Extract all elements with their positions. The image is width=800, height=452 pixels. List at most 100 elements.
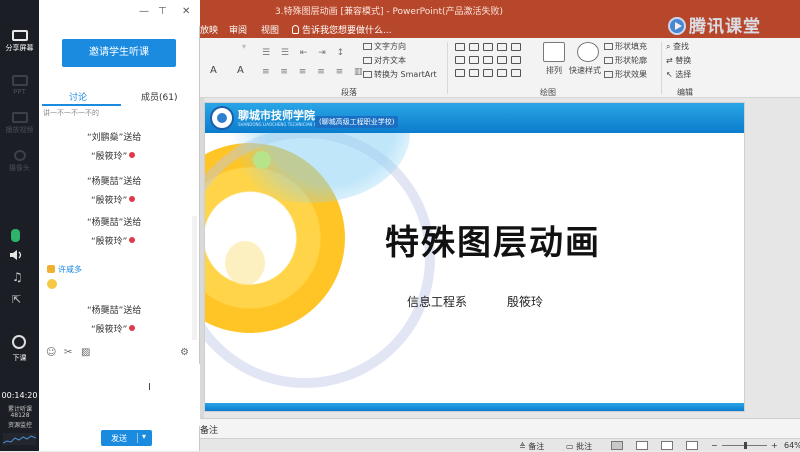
menu-slideshow[interactable]: 放映 [200,23,218,36]
zoom-level[interactable]: 64% [784,441,800,450]
status-bar: ≜ 备注 ▭ 批注 − + 64% [194,438,800,451]
settings-gear-icon[interactable]: ⚙ [180,348,190,358]
scissors-icon[interactable]: ✂ [64,348,74,358]
tab-discussion[interactable]: 讨论 [69,90,87,103]
shape-fill-button[interactable]: 形状填充 [604,41,647,52]
gift-message-to: “殷筱玲” [91,322,136,335]
normal-view-button[interactable] [611,441,623,450]
invite-students-button[interactable]: 邀请学生听课 [62,39,176,67]
arrange-icon[interactable] [543,42,565,62]
close-button[interactable]: ✕ [182,6,190,17]
chat-message-partial: 讲一不一不一不的 [43,109,99,117]
smiley-emoji-icon [47,279,57,289]
zoom-out-button[interactable]: − [711,441,718,450]
list-buttons[interactable]: ☰ ☰ ⇤ ⇥ ↕ [262,48,348,58]
align-buttons[interactable]: ≡ ≡ ≡ ≡ ≡ ▥ [262,67,367,77]
gift-message-from: “杨龑喆”送给 [87,306,142,316]
send-label: 发送 [111,434,127,443]
group-editing-label: 编辑 [677,88,693,97]
select-button[interactable]: ↖ 选择 [666,69,691,80]
convert-smartart-button[interactable]: 转换为 SmartArt [363,69,437,80]
slide-canvas[interactable]: 聊城市技师学院 SHANDONG LIAOCHENG TECHNICIAN CO… [204,102,745,412]
play-video-button[interactable]: 播放视频 [0,112,39,135]
class-timer: 00:14:20 [1,391,38,400]
microphone-icon[interactable] [11,229,20,242]
tencent-classroom-watermark: 腾讯课堂 [668,12,761,37]
tell-me-text: 告诉我您想要做什么... [302,26,392,36]
font-size-up-icon[interactable]: A [210,65,217,76]
export-icon[interactable]: ⇱ [12,293,21,306]
notes-pane[interactable]: 备注 [194,418,800,438]
notes-icon: ≜ [519,442,529,451]
emoji-icon[interactable]: ☺ [46,348,56,358]
sender-avatar-icon [47,265,55,273]
slideshow-view-button[interactable] [686,441,698,450]
zoom-in-button[interactable]: + [771,441,778,450]
camera-button[interactable]: 摄像头 [0,150,39,173]
chat-message-list[interactable]: 讲一不一不一不的 “刘鹏燊”送给 “殷筱玲” “杨龑喆”送给 “殷筱玲” “杨龑… [39,108,200,340]
green-dot-decoration [253,151,271,169]
status-comments-button[interactable]: ▭ 批注 [566,441,592,452]
share-screen-button[interactable]: 分享屏幕 [0,30,39,53]
pin-button[interactable]: ⊤ [158,6,167,17]
gift-message-from: “杨龑喆”送给 [87,218,142,228]
total-attendance-value: 48128 [10,412,30,419]
ribbon-separator [447,42,448,94]
minimize-button[interactable]: — [139,6,149,17]
speaker-icon[interactable] [10,250,24,260]
comment-icon: ▭ [566,442,577,451]
tell-me-search[interactable]: 告诉我您想要做什么... [292,23,392,36]
arrange-button[interactable]: 排列 [546,65,562,76]
network-monitor-graph [3,433,36,445]
replace-icon: ⇄ [666,56,676,65]
font-dropdown-arrow[interactable]: ▾ [242,42,246,51]
chat-input-toolbar: ☺ ✂ ▨ ⚙ [39,345,200,363]
resource-monitor-label[interactable]: 资源监控 [1,420,39,429]
gift-message-from: “杨龑喆”送给 [87,177,142,187]
group-drawing-label: 绘图 [540,88,556,97]
search-icon: ⌕ [666,42,674,51]
menu-review[interactable]: 审阅 [229,23,247,36]
quick-styles-icon[interactable] [577,42,599,62]
chat-sender-name: 许咸多 [47,264,82,275]
shape-effects-button[interactable]: 形状效果 [604,69,647,80]
end-class-label[interactable]: 下课 [0,353,39,363]
tab-members[interactable]: 成员(61) [141,90,177,103]
gift-message-from: “刘鹏燊”送给 [87,133,142,143]
music-icon[interactable]: ♫ [12,270,23,284]
send-button[interactable]: 发送 ▾ [101,430,152,446]
quick-styles-button[interactable]: 快速样式 [569,65,601,76]
lightbulb-icon [292,25,299,34]
shape-outline-button[interactable]: 形状轮廓 [604,55,647,66]
slide-department: 信息工程系 [407,295,468,309]
send-divider [137,433,138,443]
end-class-icon[interactable] [12,335,26,349]
school-logo [210,106,234,130]
notes-label: 备注 [200,426,219,436]
text-direction-button[interactable]: 文字方向 [363,41,406,52]
chat-scrollbar[interactable] [192,216,197,340]
find-button[interactable]: ⌕ 查找 [666,41,689,52]
ppt-icon [11,75,28,86]
rose-icon [129,152,136,158]
ppt-button[interactable]: PPT [0,75,39,96]
slide-sorter-button[interactable] [636,441,648,450]
watermark-text: 腾讯课堂 [689,17,761,37]
menu-view[interactable]: 视图 [261,23,279,36]
chat-input-box[interactable]: I [39,364,200,426]
send-options-dropdown-icon[interactable]: ▾ [142,432,146,441]
replace-button[interactable]: ⇄ 替换 [666,55,691,66]
text-cursor-icon: I [148,382,151,393]
shapes-gallery[interactable] [453,42,533,78]
group-paragraph-label: 段落 [341,88,357,97]
image-icon[interactable]: ▨ [81,348,91,358]
slide-header-band: 聊城市技师学院 SHANDONG LIAOCHENG TECHNICIAN CO… [205,103,744,133]
slide-footer-band [205,403,744,411]
ppt-label: PPT [13,88,26,96]
ribbon-separator [661,42,662,94]
status-notes-button[interactable]: ≜ 备注 [519,441,544,452]
reading-view-button[interactable] [661,441,673,450]
font-color-icon[interactable]: A [237,65,244,76]
zoom-slider-thumb[interactable] [744,442,747,449]
align-text-button[interactable]: 对齐文本 [363,55,406,66]
